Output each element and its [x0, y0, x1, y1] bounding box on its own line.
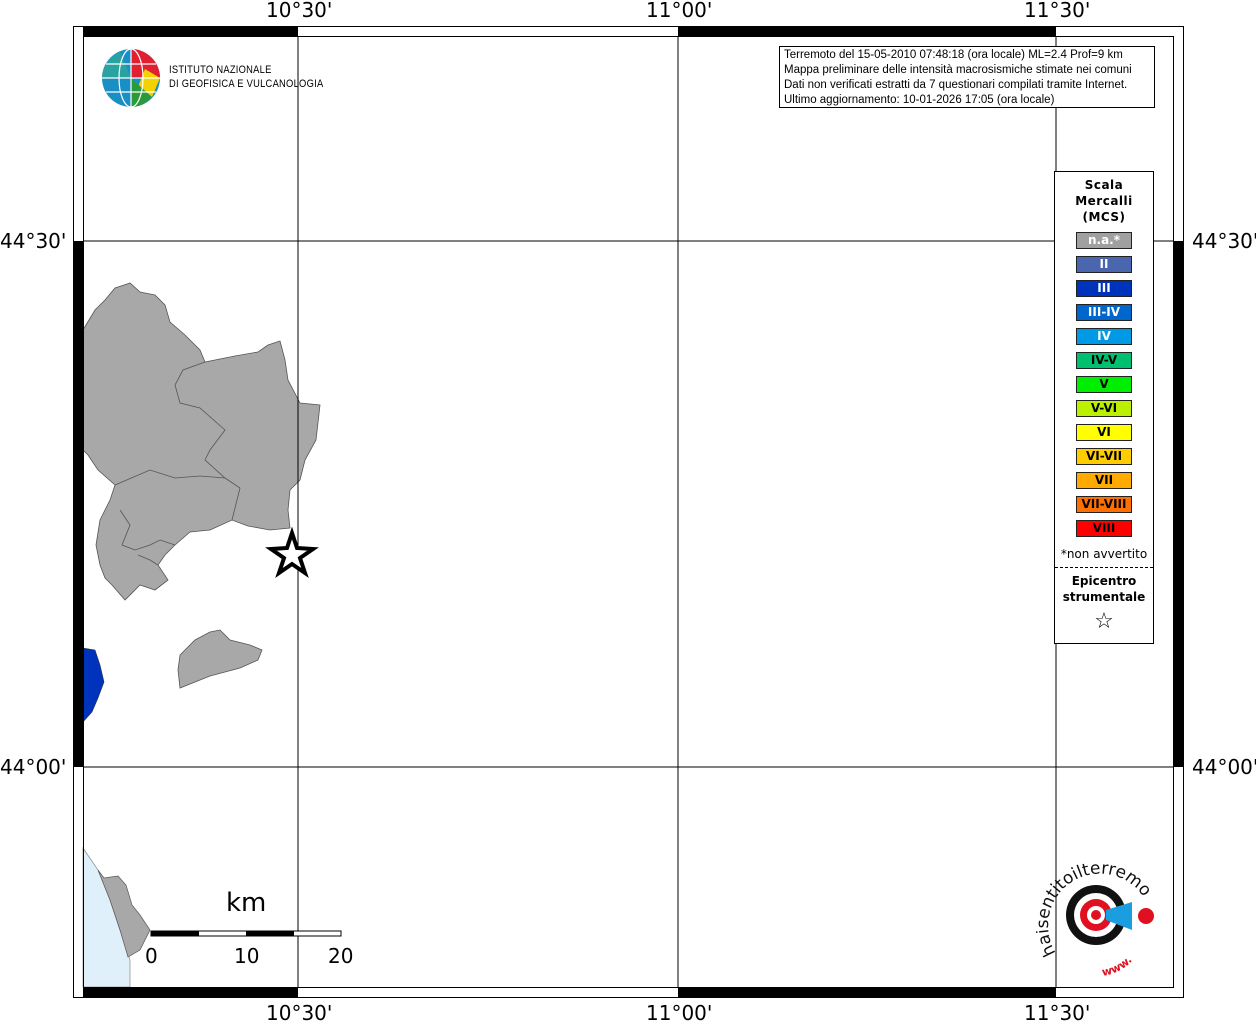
legend-swatch-vi-vii: VI-VII	[1076, 448, 1132, 465]
legend-swatch-v: V	[1076, 376, 1132, 393]
legend-title: Scala Mercalli (MCS)	[1055, 177, 1153, 225]
legend-title-line: Scala	[1084, 178, 1124, 192]
event-line: Terremoto del 15-05-2010 07:48:18 (ora l…	[784, 49, 1123, 61]
scale-unit: km	[226, 888, 267, 918]
last-update: Ultimo aggiornamento: 10-01-2026 17:05 (…	[784, 94, 1055, 106]
legend-swatch-vii-viii: VII-VIII	[1076, 496, 1132, 513]
legend-title-line: (MCS)	[1082, 210, 1126, 224]
scale-tick: 20	[328, 944, 354, 968]
lat-label: 44°30'	[1192, 229, 1256, 253]
lon-label: 11°30'	[1024, 0, 1091, 22]
epi-line: Epicentro	[1071, 574, 1137, 588]
data-note: Dati non verificati estratti da 7 questi…	[784, 79, 1128, 91]
logo-line: DI GEOFISICA E VULCANOLOGIA	[169, 78, 324, 90]
legend-swatches: n.a.* II III III-IV IV IV-V V V-VI VI VI-VII VII VI…	[1055, 232, 1153, 537]
lat-label: 44°30'	[0, 229, 67, 253]
lon-label: 10°30'	[266, 1001, 333, 1024]
intensity-map: 10°30' 11°00' 11°30' 10°30' 11°00' 11°30…	[0, 0, 1256, 1024]
ingv-globe-logo-icon	[102, 48, 160, 108]
legend-swatch-iv-v: IV-V	[1076, 352, 1132, 369]
hsi-logo-url: www.	[1101, 954, 1135, 976]
scale-tick: 10	[234, 944, 260, 968]
lon-label: 10°30'	[266, 0, 333, 22]
legend-swatch-v-vi: V-VI	[1076, 400, 1132, 417]
logo-line: ISTITUTO NAZIONALE	[169, 64, 272, 76]
lon-label: 11°00'	[646, 1001, 713, 1024]
haisentito-logo-icon: haisentitoilterremoto.it www.	[1036, 858, 1156, 976]
legend-swatch-iii-iv: III-IV	[1076, 304, 1132, 321]
lon-label: 11°00'	[646, 0, 713, 22]
legend-swatch-vii: VII	[1076, 472, 1132, 489]
legend-swatch-ii: II	[1076, 256, 1132, 273]
ingv-logo-text: ISTITUTO NAZIONALE DI GEOFISICA E VULCAN…	[169, 63, 323, 91]
legend-title-line: Mercalli	[1075, 194, 1133, 208]
lat-label: 44°00'	[0, 755, 67, 779]
lat-label: 44°00'	[1192, 755, 1256, 779]
legend-swatch-n-a: n.a.*	[1076, 232, 1132, 249]
legend-divider	[1055, 567, 1153, 568]
epicenter-legend-label: Epicentro strumentale	[1055, 573, 1153, 605]
event-info-box: Terremoto del 15-05-2010 07:48:18 (ora l…	[779, 46, 1155, 108]
scale-bar	[150, 930, 342, 937]
epi-line: strumentale	[1062, 590, 1146, 604]
legend-note: *non avvertito	[1060, 547, 1148, 561]
star-icon: ☆	[1094, 609, 1114, 634]
lon-label: 11°30'	[1024, 1001, 1091, 1024]
mcs-legend: Scala Mercalli (MCS) n.a.* II III III-IV IV I…	[1054, 171, 1154, 644]
legend-swatch-iv: IV	[1076, 328, 1132, 345]
legend-swatch-iii: III	[1076, 280, 1132, 297]
legend-swatch-viii: VIII	[1076, 520, 1132, 537]
svg-text:www.: www.	[1101, 954, 1135, 976]
map-description: Mappa preliminare delle intensità macros…	[784, 64, 1132, 76]
scale-tick: 0	[145, 944, 158, 968]
legend-swatch-vi: VI	[1076, 424, 1132, 441]
